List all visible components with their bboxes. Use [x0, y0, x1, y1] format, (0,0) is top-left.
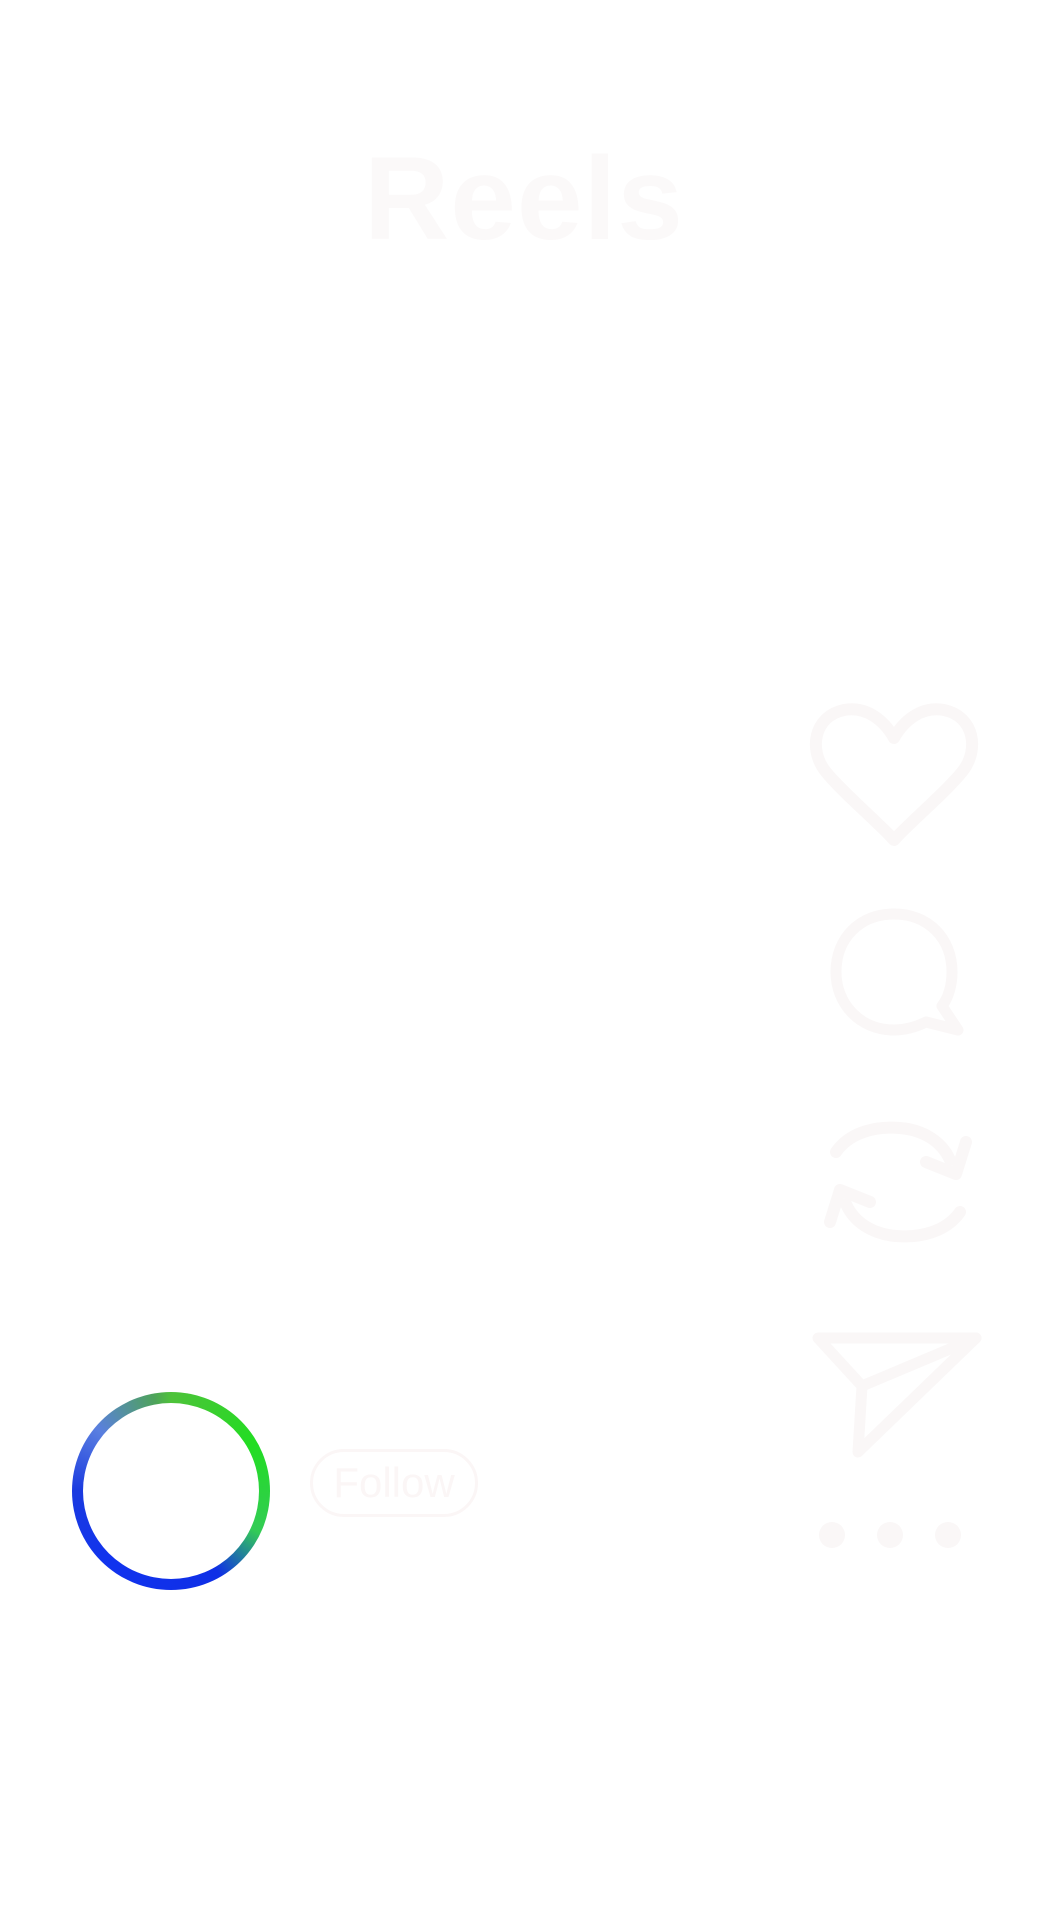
avatar-image: [83, 1403, 259, 1579]
reels-screen: Reels Follow: [0, 0, 1048, 1919]
share-button[interactable]: [812, 1330, 982, 1460]
paper-plane-icon: [812, 1332, 982, 1458]
follow-button[interactable]: Follow: [310, 1449, 478, 1517]
comment-bubble-icon: [830, 908, 964, 1036]
avatar[interactable]: [72, 1392, 270, 1590]
more-button[interactable]: [812, 1516, 972, 1554]
remix-button[interactable]: [818, 1120, 978, 1244]
comment-button[interactable]: [828, 906, 968, 1038]
heart-icon: [809, 703, 979, 846]
more-dots-icon: [819, 1522, 961, 1548]
like-button[interactable]: [808, 700, 980, 850]
page-title: Reels: [364, 133, 684, 265]
remix-arrows-icon: [824, 1121, 972, 1243]
